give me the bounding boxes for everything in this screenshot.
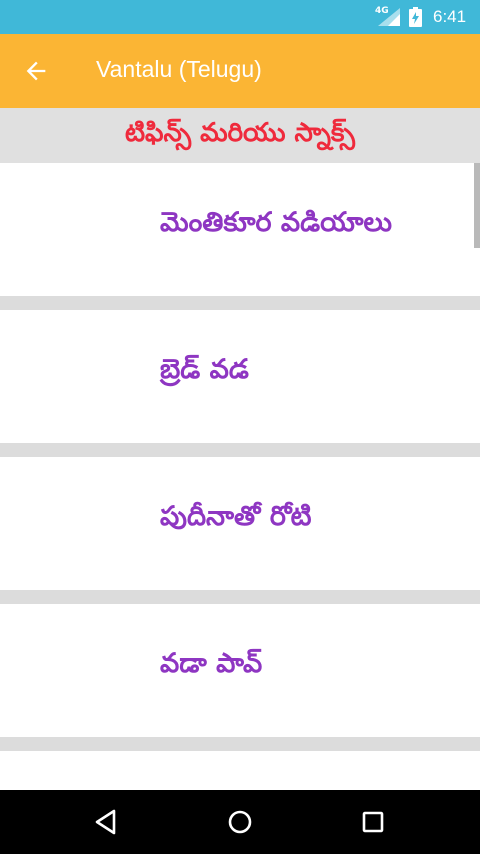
list-divider bbox=[0, 443, 480, 457]
list-item[interactable]: పుదీనాతో రోటి bbox=[0, 457, 480, 590]
list-item[interactable]: మెంతికూర వడియాలు bbox=[0, 163, 480, 296]
signal-icon bbox=[378, 8, 400, 26]
app-bar: Vantalu (Telugu) bbox=[0, 34, 480, 108]
list-item[interactable] bbox=[0, 751, 480, 790]
recipe-label: పుదీనాతో రోటి bbox=[160, 501, 312, 532]
back-triangle-icon[interactable] bbox=[90, 806, 122, 838]
list-divider bbox=[0, 737, 480, 751]
app-title: Vantalu (Telugu) bbox=[96, 56, 262, 82]
clock: 6:41 bbox=[433, 7, 467, 26]
navigation-bar bbox=[0, 790, 480, 854]
list-item[interactable]: బ్రెడ్ వడ bbox=[0, 310, 480, 443]
recipe-list[interactable]: మెంతికూర వడియాలు బ్రెడ్ వడ పుదీనాతో రోటి… bbox=[0, 163, 480, 790]
recents-square-icon[interactable] bbox=[357, 806, 389, 838]
scrollbar[interactable] bbox=[474, 163, 480, 248]
section-title: టిఫిన్స్ మరియు స్నాక్స్ bbox=[0, 108, 480, 163]
battery-charging-icon bbox=[409, 7, 422, 27]
status-bar: 4G 6:41 bbox=[0, 0, 480, 34]
list-divider bbox=[0, 296, 480, 310]
home-circle-icon[interactable] bbox=[224, 806, 256, 838]
list-divider bbox=[0, 590, 480, 604]
recipe-label: మెంతికూర వడియాలు bbox=[160, 207, 392, 238]
recipe-label: వడా పావ్ bbox=[160, 648, 263, 679]
recipe-label: బ్రెడ్ వడ bbox=[160, 354, 249, 385]
list-item[interactable]: వడా పావ్ bbox=[0, 604, 480, 737]
arrow-back-icon[interactable] bbox=[22, 57, 50, 85]
